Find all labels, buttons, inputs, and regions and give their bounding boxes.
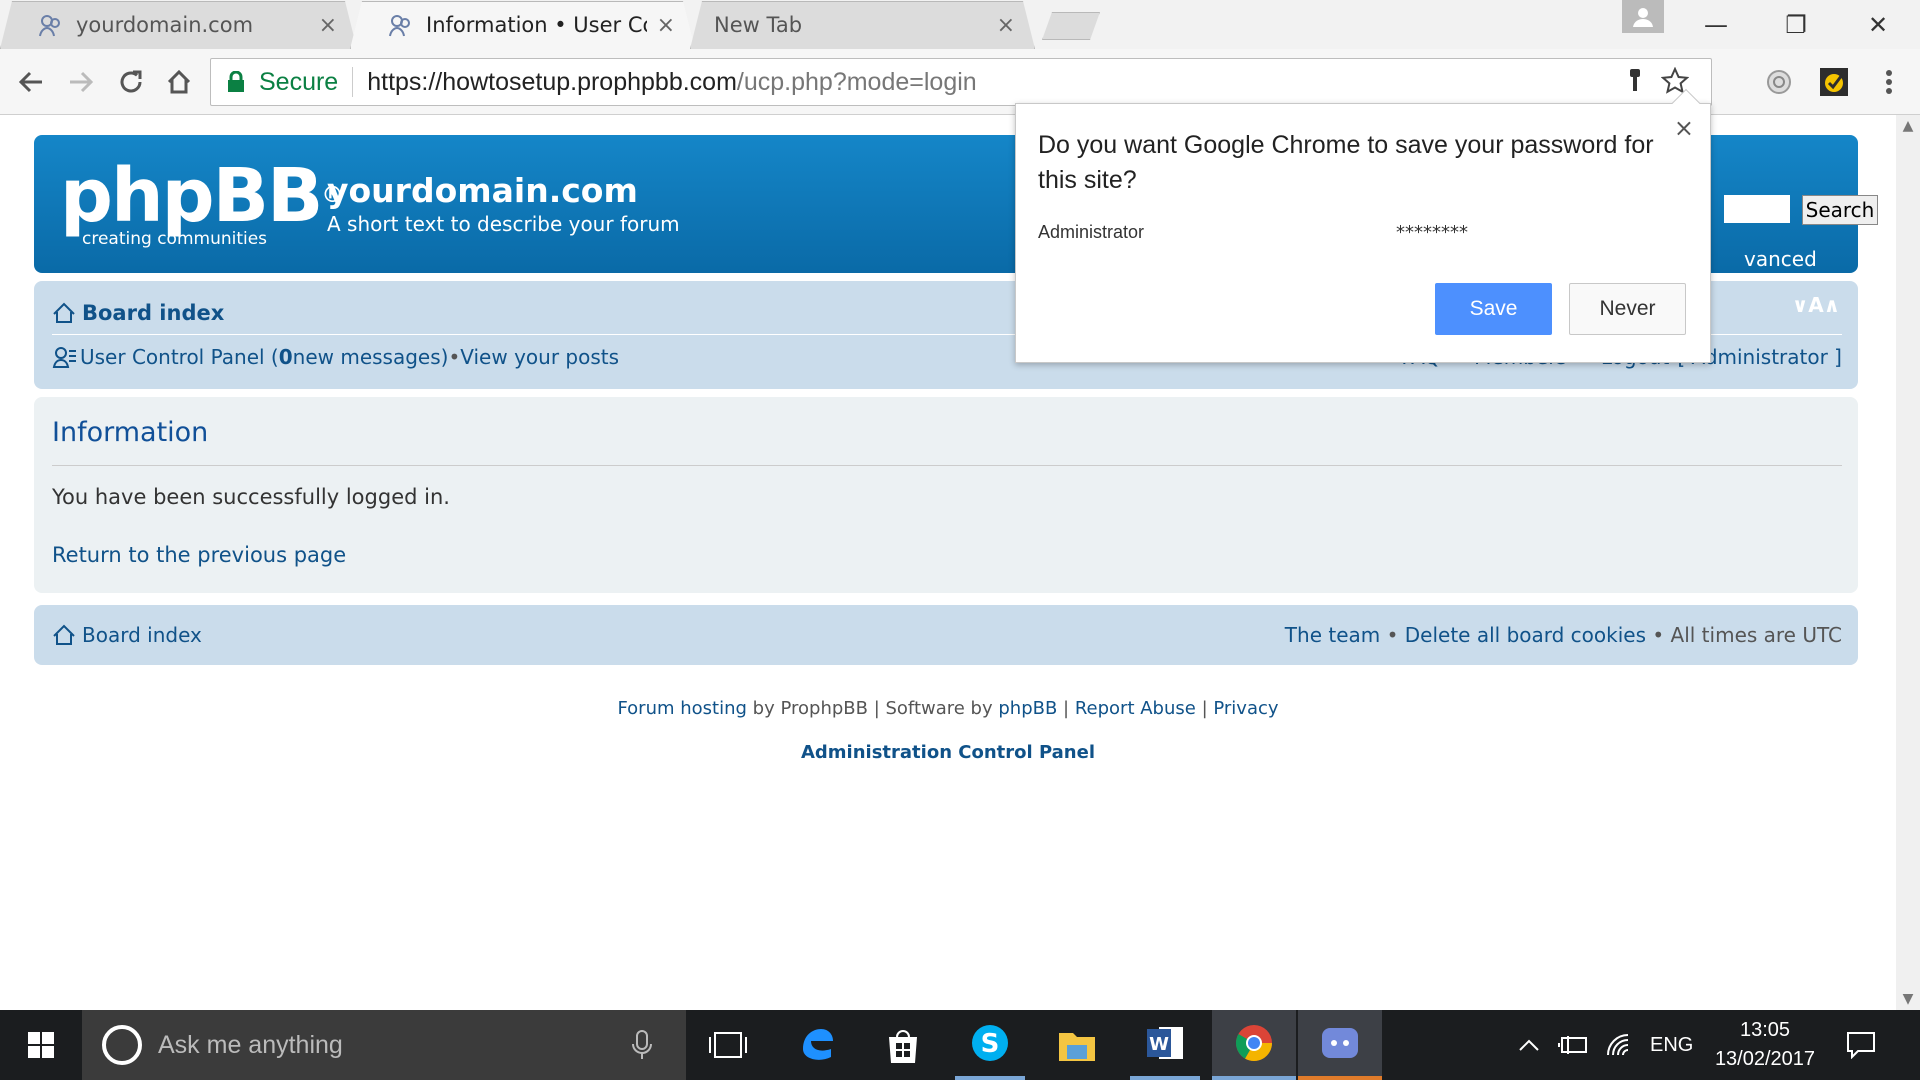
restore-button[interactable]: ❐ <box>1756 0 1836 49</box>
report-abuse-link[interactable]: Report Abuse <box>1075 698 1196 719</box>
extension-circle-icon[interactable] <box>1760 63 1798 101</box>
action-center-icon[interactable] <box>1846 1010 1876 1080</box>
home-icon <box>53 624 75 645</box>
search-input[interactable] <box>1724 195 1790 223</box>
secure-indicator[interactable]: Secure <box>211 67 354 97</box>
scroll-up-icon[interactable]: ▲ <box>1896 115 1920 137</box>
home-icon <box>53 302 75 323</box>
forum-hosting-link[interactable]: Forum hosting <box>617 698 746 719</box>
store-icon[interactable] <box>868 1010 938 1080</box>
tab-new-tab[interactable]: New Tab × <box>690 1 1035 49</box>
tab-information[interactable]: Information • User Contr × <box>350 1 695 49</box>
saved-username: Administrator <box>1038 222 1145 242</box>
tab-title: yourdomain.com <box>76 13 254 37</box>
never-save-button[interactable]: Never <box>1569 283 1686 335</box>
profile-icon[interactable] <box>1622 0 1664 33</box>
tab-close-icon[interactable]: × <box>997 13 1015 38</box>
svg-text:S: S <box>981 1029 1000 1059</box>
save-password-button[interactable]: Save <box>1435 283 1552 335</box>
clock-time: 13:05 <box>1739 1019 1791 1041</box>
tab-yourdomain[interactable]: yourdomain.com × <box>0 1 357 49</box>
key-icon[interactable] <box>1627 67 1643 95</box>
phpbb-link[interactable]: phpBB <box>998 698 1057 719</box>
page-scrollbar[interactable]: ▲ ▼ <box>1896 115 1920 1010</box>
breadcrumb: Board index <box>52 301 224 325</box>
saved-password-mask: ******** <box>1396 222 1468 243</box>
admin-control-panel-link[interactable]: Administration Control Panel <box>801 742 1095 763</box>
home-icon[interactable] <box>160 63 198 101</box>
timezone-text: All times are UTC <box>1670 623 1842 647</box>
copyright-line: Forum hosting by ProphpBB | Software by … <box>617 698 1279 719</box>
secure-label: Secure <box>259 67 339 96</box>
wifi-icon[interactable] <box>1606 1010 1632 1080</box>
task-view-icon[interactable] <box>698 1010 758 1080</box>
extension-check-icon[interactable] <box>1815 63 1853 101</box>
phpbb-favicon-icon <box>39 15 60 37</box>
site-title-block: yourdomain.com A short text to describe … <box>327 171 680 236</box>
discord-icon[interactable] <box>1298 1010 1382 1080</box>
address-bar[interactable]: Secure https://howtosetup.prophpbb.com/u… <box>210 58 1712 106</box>
reload-icon[interactable] <box>112 63 150 101</box>
login-success-message: You have been successfully logged in. <box>52 485 450 509</box>
battery-icon[interactable] <box>1558 1010 1590 1080</box>
tab-title: Information • User Contr <box>426 13 647 37</box>
privacy-link[interactable]: Privacy <box>1213 698 1278 719</box>
tab-close-icon[interactable]: × <box>319 13 337 38</box>
dialog-question: Do you want Google Chrome to save your p… <box>1038 131 1654 194</box>
phpbb-logo[interactable]: phpBB® creating communities <box>60 159 343 249</box>
footer-navbar: Board index The team • Delete all board … <box>34 605 1858 665</box>
phpbb-favicon-icon <box>389 15 410 37</box>
cortana-search-box[interactable]: Ask me anything <box>82 1010 686 1080</box>
new-messages-count: 0 <box>278 345 293 369</box>
microphone-icon[interactable] <box>632 1030 652 1060</box>
windows-start-icon[interactable] <box>0 1010 82 1080</box>
ucp-link[interactable]: User Control Panel ( <box>80 345 279 369</box>
lock-icon <box>228 71 244 92</box>
cortana-icon <box>102 1025 142 1065</box>
return-previous-link[interactable]: Return to the previous page <box>52 543 346 567</box>
chrome-icon[interactable] <box>1212 1010 1296 1080</box>
font-size-toggle[interactable]: ∨A∧ <box>1792 293 1840 317</box>
edge-browser-icon[interactable] <box>782 1010 852 1080</box>
search-button[interactable]: Search <box>1802 195 1878 225</box>
page-title: Information <box>52 417 209 448</box>
board-index-link[interactable]: Board index <box>82 301 224 325</box>
clock[interactable]: 13:05 13/02/2017 <box>1710 1010 1820 1080</box>
user-card-icon <box>52 347 76 368</box>
minimize-button[interactable]: — <box>1676 0 1756 49</box>
new-messages-link[interactable]: new messages) <box>293 345 449 369</box>
tray-chevron-icon[interactable] <box>1518 1010 1540 1080</box>
window-close-button[interactable]: ✕ <box>1838 0 1918 49</box>
site-description: A short text to describe your forum <box>327 212 680 236</box>
tab-close-icon[interactable]: × <box>657 13 675 38</box>
panel-divider <box>52 465 1842 466</box>
acp-line: Administration Control Panel <box>0 742 1896 763</box>
board-index-link[interactable]: Board index <box>82 623 202 647</box>
file-explorer-icon[interactable] <box>1042 1010 1112 1080</box>
clock-date: 13/02/2017 <box>1714 1048 1816 1070</box>
dialog-close-icon[interactable]: × <box>1674 114 1694 142</box>
forward-arrow-icon[interactable] <box>62 63 100 101</box>
url-text: https://howtosetup.prophpbb.com/ucp.php?… <box>367 67 977 96</box>
cortana-placeholder: Ask me anything <box>158 1030 343 1059</box>
save-password-dialog: × Do you want Google Chrome to save your… <box>1015 88 1711 363</box>
ucp-links: User Control Panel (0 new messages) • Vi… <box>52 345 619 369</box>
view-posts-link[interactable]: View your posts <box>460 345 619 369</box>
new-tab-button[interactable] <box>1042 12 1100 40</box>
svg-text:W: W <box>1149 1034 1169 1055</box>
word-icon[interactable]: W <box>1130 1010 1200 1080</box>
skype-icon[interactable]: S <box>955 1010 1025 1080</box>
delete-cookies-link[interactable]: Delete all board cookies <box>1405 623 1646 647</box>
menu-kebab-icon[interactable] <box>1870 63 1908 101</box>
tab-title: New Tab <box>714 13 803 37</box>
site-name[interactable]: yourdomain.com <box>327 171 680 210</box>
scroll-down-icon[interactable]: ▼ <box>1896 988 1920 1010</box>
tab-strip: yourdomain.com × Information • User Cont… <box>0 0 1920 49</box>
windows-taskbar: Ask me anything S W ENG 13:05 13/02/2017 <box>0 1010 1920 1080</box>
team-link[interactable]: The team <box>1285 623 1380 647</box>
language-indicator[interactable]: ENG <box>1650 1010 1693 1080</box>
information-panel: Information You have been successfully l… <box>34 397 1858 593</box>
back-arrow-icon[interactable] <box>12 63 50 101</box>
